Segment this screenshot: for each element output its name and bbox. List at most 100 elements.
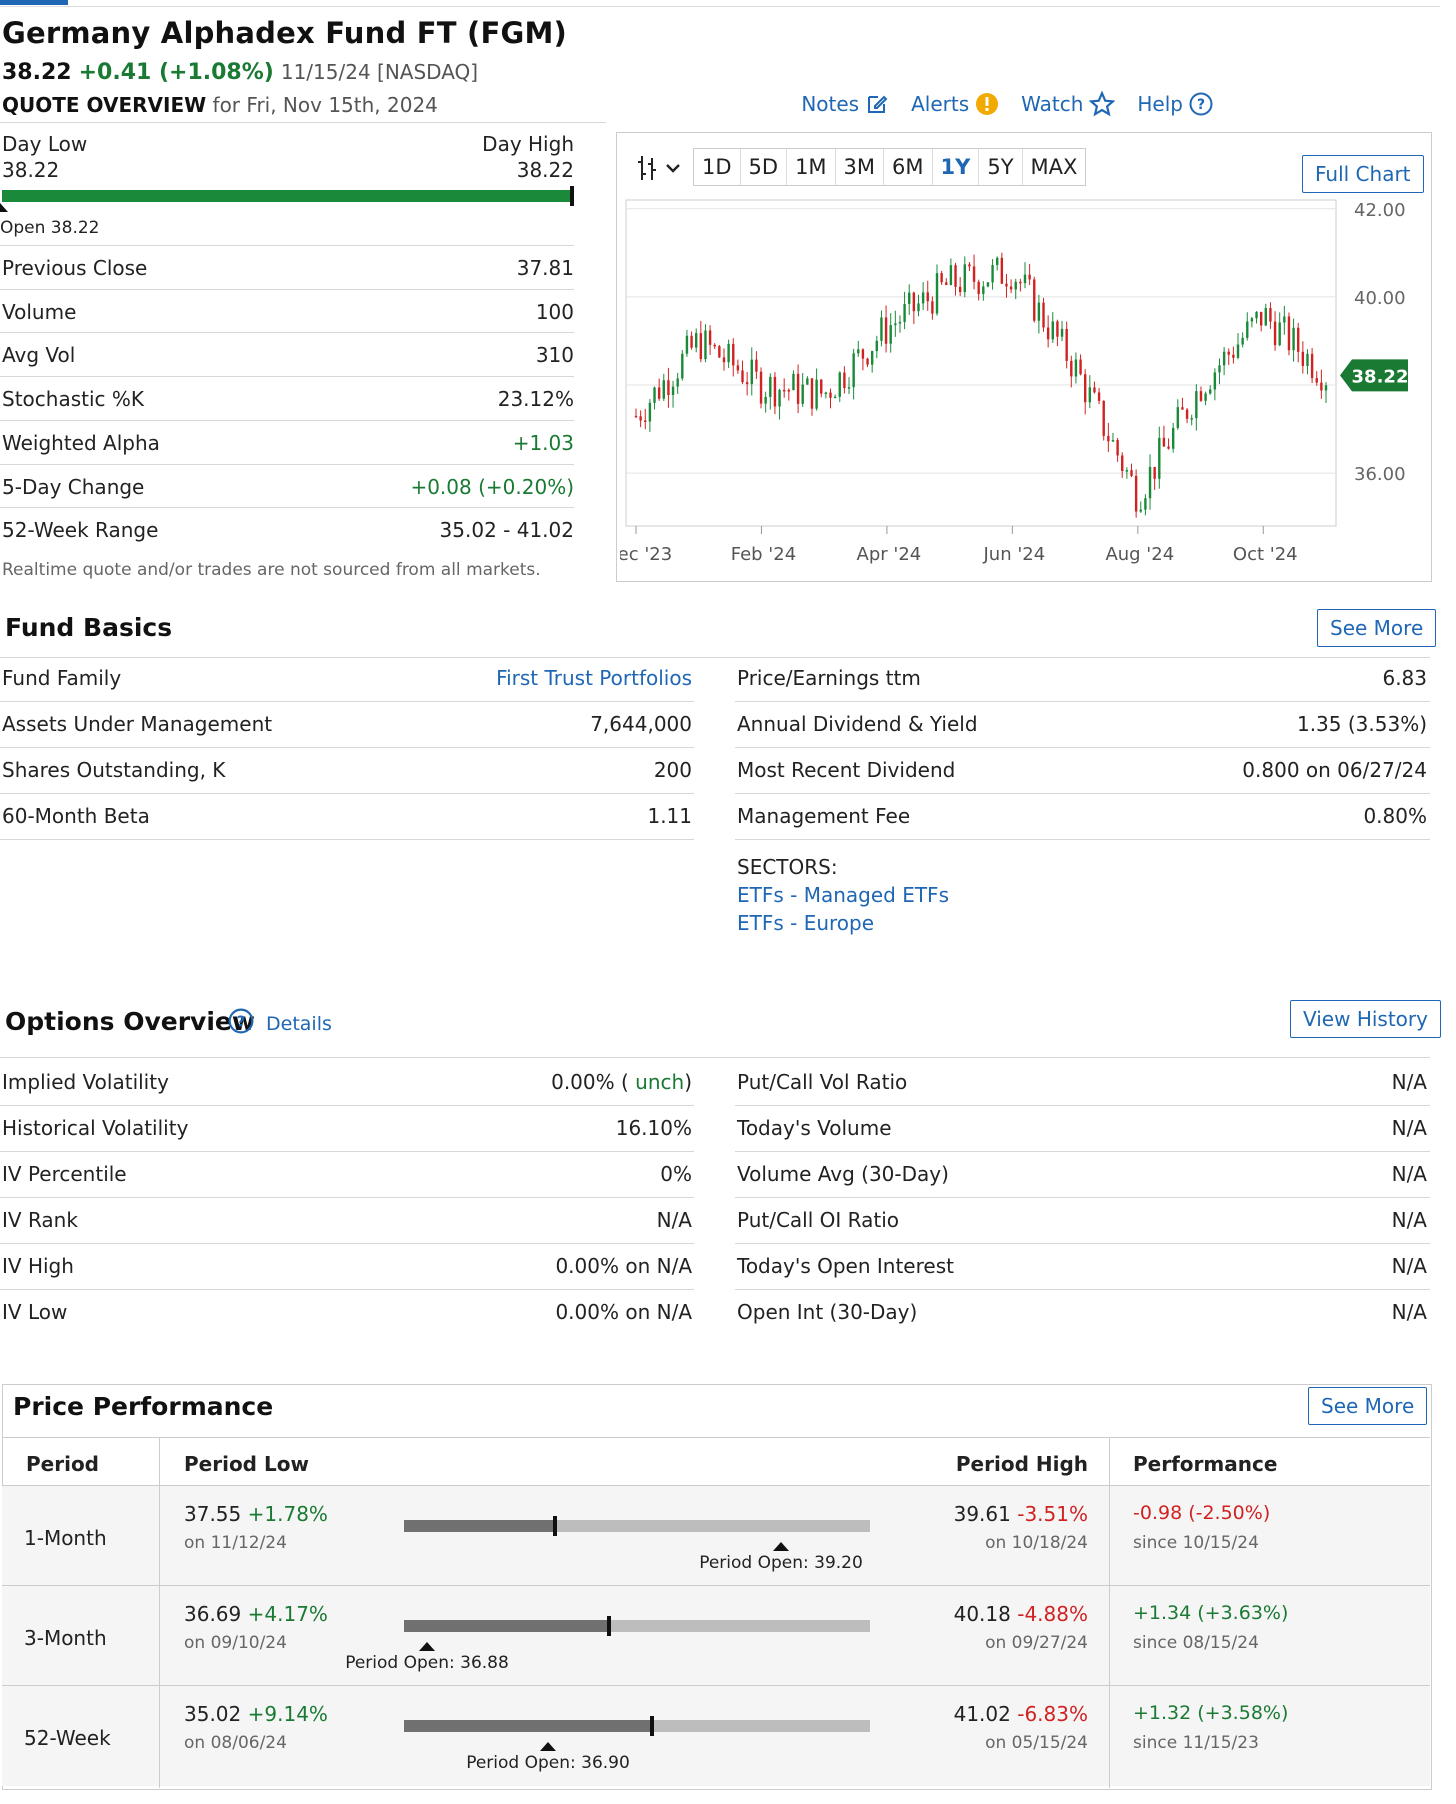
fund-basics-see-more-button[interactable]: See More <box>1317 609 1437 647</box>
candle-body <box>884 317 888 344</box>
range-tab-max[interactable]: MAX <box>1023 149 1086 185</box>
sector-link-europe[interactable]: ETFs - Europe <box>737 911 874 935</box>
period-high-value: 41.02 <box>953 1702 1011 1726</box>
options-help-icon[interactable]: ? <box>228 1008 254 1034</box>
options-label: Volume Avg (30-Day) <box>737 1162 949 1186</box>
options-value: 0.00% ( unch) <box>551 1070 692 1094</box>
range-tab-6m[interactable]: 6M <box>884 149 933 185</box>
period-open-marker <box>419 1642 435 1651</box>
candle-body <box>1287 316 1291 351</box>
stat-divider <box>0 507 574 509</box>
candle-body <box>977 281 980 295</box>
row-divider <box>735 1197 1430 1198</box>
period-high: 41.02 -6.83% <box>898 1702 1088 1726</box>
candle-body <box>1065 328 1068 361</box>
help-button[interactable]: Help ? <box>1137 92 1213 116</box>
fund-basics-label: Annual Dividend & Yield <box>737 712 978 736</box>
fund-basics-row: 60-Month Beta 1.11 <box>2 804 692 828</box>
row-divider <box>0 701 694 702</box>
options-value-text: 0.00% on N/A <box>555 1300 692 1324</box>
candle-body <box>1139 509 1142 512</box>
notes-button[interactable]: Notes <box>801 92 889 116</box>
candle-body <box>968 264 971 267</box>
full-chart-button[interactable]: Full Chart <box>1302 155 1424 193</box>
period-label: 3-Month <box>24 1626 107 1650</box>
range-tab-3m[interactable]: 3M <box>836 149 885 185</box>
candle-body <box>898 321 902 324</box>
candle-body <box>769 376 772 397</box>
range-tab-1y[interactable]: 1Y <box>933 149 980 185</box>
candle-body <box>1033 279 1036 321</box>
watch-label: Watch <box>1021 92 1084 116</box>
stat-label: Stochastic %K <box>2 387 144 412</box>
sectors-label: SECTORS: <box>737 855 838 879</box>
period-high-date: on 05/15/24 <box>985 1733 1088 1753</box>
day-high-value: 38.22 <box>516 158 574 182</box>
candle-body <box>1292 327 1295 351</box>
candle-body <box>741 370 744 383</box>
last-price-tag-label: 38.22 <box>1352 366 1409 387</box>
candle-body <box>1250 318 1254 322</box>
candle-body <box>1153 466 1156 479</box>
candle-body <box>1190 418 1193 420</box>
fund-basics-row: Most Recent Dividend 0.800 on 06/27/24 <box>737 758 1427 782</box>
candle-body <box>843 372 846 389</box>
performance-see-more-button[interactable]: See More <box>1308 1387 1428 1425</box>
candle-body <box>903 303 906 322</box>
range-tab-1d[interactable]: 1D <box>694 149 741 185</box>
options-value-close: ) <box>684 1070 692 1094</box>
candle-body <box>1102 400 1105 436</box>
col-divider-2 <box>1109 1437 1110 1788</box>
stat-value: 100 <box>535 299 574 324</box>
col-divider-1 <box>159 1437 160 1788</box>
svg-text:?: ? <box>237 1012 246 1030</box>
view-history-button[interactable]: View History <box>1290 1000 1441 1038</box>
watch-button[interactable]: Watch <box>1021 91 1116 117</box>
period-low-date: on 08/06/24 <box>184 1733 287 1753</box>
stat-row: Stochastic %K 23.12% <box>2 387 574 411</box>
current-price-marker <box>650 1716 654 1736</box>
options-row: IV Low 0.00% on N/A <box>2 1300 692 1324</box>
sector-link-managed-etfs[interactable]: ETFs - Managed ETFs <box>737 883 949 907</box>
candlestick-icon <box>638 156 656 180</box>
candle-body <box>824 392 828 395</box>
options-row: Put/Call Vol Ratio N/A <box>737 1070 1427 1094</box>
row-divider <box>735 793 1430 794</box>
period-low-date: on 11/12/24 <box>184 1533 287 1553</box>
day-range-bar <box>2 190 574 202</box>
candle-body <box>1042 302 1045 328</box>
candle-body <box>1176 407 1180 428</box>
candle-body <box>875 340 879 352</box>
candle-body <box>787 389 791 392</box>
options-value-text: 16.10% <box>615 1116 692 1140</box>
options-row: Volume Avg (30-Day) N/A <box>737 1162 1427 1186</box>
candle-body <box>806 378 809 385</box>
fund-basics-row: Fund Family First Trust Portfolios <box>2 666 692 690</box>
period-low-value: 37.55 <box>184 1502 242 1526</box>
range-tab-1m[interactable]: 1M <box>787 149 836 185</box>
quote-overview-label: QUOTE OVERVIEW <box>2 93 207 117</box>
range-tab-5d[interactable]: 5D <box>741 149 788 185</box>
chart-type-selector[interactable] <box>636 154 682 182</box>
candle-body <box>852 353 855 388</box>
candle-body <box>750 359 753 385</box>
stat-value: 23.12% <box>497 387 574 412</box>
candle-body <box>1121 455 1124 472</box>
options-details-link[interactable]: Details <box>266 1013 332 1035</box>
alerts-button[interactable]: Alerts <box>911 92 999 116</box>
candle-body <box>695 333 698 348</box>
fund-basics-value: 1.11 <box>647 804 692 828</box>
candle-body <box>667 380 670 396</box>
candle-body <box>671 386 675 396</box>
row-divider <box>0 1105 694 1106</box>
candle-body <box>1181 407 1184 410</box>
period-low: 36.69 +4.17% <box>184 1602 328 1626</box>
candle-body <box>1246 321 1249 338</box>
header-performance: Performance <box>1133 1452 1278 1476</box>
edit-icon <box>868 95 888 113</box>
candle-body <box>1320 382 1323 391</box>
range-tab-5y[interactable]: 5Y <box>979 149 1023 185</box>
candle-body <box>833 396 837 399</box>
candle-body <box>1051 321 1054 340</box>
fund-family-link[interactable]: First Trust Portfolios <box>496 666 692 690</box>
